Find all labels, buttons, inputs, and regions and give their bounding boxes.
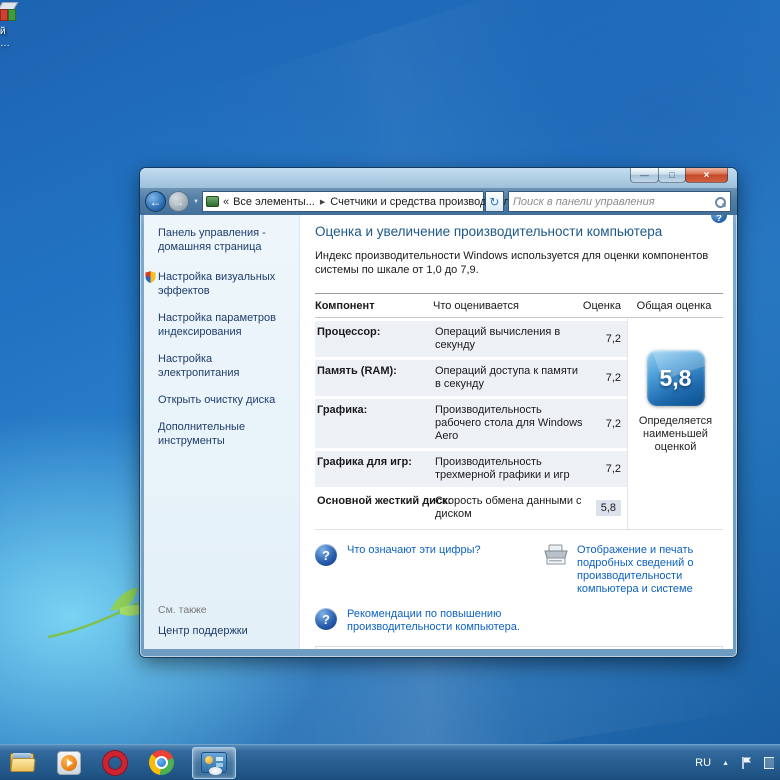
control-panel-icon — [205, 196, 219, 207]
sidebar-item-disk-cleanup[interactable]: Открыть очистку диска — [158, 393, 293, 407]
explorer-folder-icon — [10, 752, 36, 773]
navigation-bar: ← → ▼ « Все элементы... ▶ Счетчики и сре… — [140, 188, 737, 215]
maximize-button[interactable]: □ — [658, 168, 686, 183]
media-player-icon — [57, 750, 81, 775]
base-score-badge: 5,8 — [646, 350, 705, 406]
component-score: 7,2 — [605, 417, 621, 430]
sidebar-item-home[interactable]: Панель управления - домашняя страница — [158, 226, 293, 254]
component-name: Графика: — [317, 404, 368, 416]
base-score-value: 5,8 — [659, 364, 692, 391]
col-header-score: Оценка — [582, 300, 621, 312]
close-button[interactable]: × — [685, 168, 728, 183]
component-description: Скорость обмена данными с диском — [435, 495, 582, 520]
see-also-heading: См. также — [158, 604, 207, 616]
performance-table: Компонент Что оценивается Оценка Общая о… — [315, 293, 723, 530]
taskbar: RU ▲ — [0, 744, 780, 780]
desktop-icon-label: й … — [0, 26, 10, 49]
printer-icon — [544, 544, 568, 565]
page-title: Оценка и увеличение производительности к… — [315, 224, 663, 239]
question-mark-icon: ? — [315, 544, 337, 566]
minimize-button[interactable]: — — [630, 168, 659, 183]
link-label[interactable]: Рекомендации по повышению производительн… — [347, 608, 543, 634]
sidebar-item-label: Настройка электропитания — [158, 353, 240, 379]
component-description: Операций вычисления в секунду — [435, 326, 561, 351]
component-description: Производительность рабочего стола для Wi… — [435, 404, 583, 442]
question-mark-icon: ? — [315, 608, 337, 630]
refresh-button[interactable]: ↻ — [484, 191, 504, 212]
sidebar-item-indexing[interactable]: Настройка параметров индексирования — [158, 311, 293, 339]
base-score-panel: 5,8 Определяется наименьшей оценкой — [627, 318, 723, 529]
package-icon — [0, 2, 19, 22]
search-input[interactable] — [512, 195, 714, 208]
component-name: Основной жесткий диск: — [317, 495, 452, 507]
component-score: 7,2 — [605, 372, 621, 384]
component-name: Память (RAM): — [317, 365, 397, 377]
search-icon[interactable] — [714, 196, 726, 208]
online-info-box: Подробнее об оценках и программном обесп… — [315, 646, 723, 649]
intro-text: Индекс производительности Windows исполь… — [315, 250, 709, 276]
base-score-note: Определяется наименьшей оценкой — [638, 415, 713, 453]
opera-icon — [103, 750, 127, 775]
table-row: Графика: Производительность рабочего сто… — [315, 399, 627, 448]
table-row: Графика для игр: Производительность трех… — [315, 451, 627, 487]
component-name: Процессор: — [317, 326, 381, 338]
back-button[interactable]: ← — [145, 191, 166, 212]
taskbar-explorer-button[interactable] — [8, 749, 38, 777]
breadcrumb-separator-icon: ▶ — [319, 198, 326, 206]
col-header-what: Что оценивается — [433, 300, 520, 312]
link-performance-tips[interactable]: ? Рекомендации по повышению производител… — [315, 608, 543, 634]
component-name: Графика для игр: — [317, 456, 412, 468]
component-score: 7,2 — [605, 463, 621, 475]
forward-button[interactable]: → — [168, 191, 189, 212]
col-header-component: Компонент — [315, 300, 375, 312]
sidebar-item-advanced-tools[interactable]: Дополнительные инструменты — [158, 420, 293, 448]
component-score: 5,8 — [595, 500, 627, 516]
desktop-icon-partial[interactable]: й … — [0, 2, 40, 50]
col-header-base-score: Общая оценка — [636, 300, 712, 312]
breadcrumb-collapse[interactable]: « — [223, 196, 229, 208]
taskbar-media-player-button[interactable] — [54, 749, 84, 777]
titlebar[interactable]: — □ × — [140, 168, 737, 188]
main-pane: ? Оценка и увеличение производительности… — [300, 215, 733, 649]
taskbar-opera-button[interactable] — [100, 749, 130, 777]
component-score: 7,2 — [605, 333, 621, 345]
link-print-details[interactable]: Отображение и печать подробных сведений … — [543, 544, 725, 596]
sidebar-item-label: Дополнительные инструменты — [158, 421, 246, 447]
table-row: Память (RAM): Операций доступа к памяти … — [315, 360, 627, 396]
sidebar-item-power[interactable]: Настройка электропитания — [158, 352, 293, 380]
tray-partial-icon[interactable] — [764, 757, 774, 769]
search-box[interactable] — [507, 191, 731, 212]
performance-tools-icon — [201, 752, 227, 775]
show-hidden-icons-icon[interactable]: ▲ — [722, 760, 729, 767]
link-label[interactable]: Отображение и печать подробных сведений … — [577, 544, 725, 596]
component-description: Операций доступа к памяти в секунду — [435, 365, 578, 390]
sidebar: Панель управления - домашняя страница На… — [144, 215, 300, 649]
help-icon[interactable]: ? — [711, 215, 727, 223]
links-section: ? Что означают эти цифры? Отображение и … — [315, 544, 725, 634]
sidebar-item-action-center[interactable]: Центр поддержки — [158, 625, 293, 637]
table-header-row: Компонент Что оценивается Оценка Общая о… — [315, 293, 723, 318]
taskbar-chrome-button[interactable] — [146, 749, 176, 777]
sidebar-item-label: Настройка параметров индексирования — [158, 312, 276, 338]
chrome-icon — [148, 750, 174, 775]
control-panel-window: — □ × ← → ▼ « Все элементы... ▶ Счетчики… — [140, 168, 737, 657]
window-content: Панель управления - домашняя страница На… — [144, 215, 733, 649]
uac-shield-icon — [145, 271, 156, 283]
taskbar-active-performance-window-button[interactable] — [192, 746, 236, 779]
breadcrumb-root[interactable]: Все элементы... — [233, 196, 315, 208]
address-bar[interactable]: « Все элементы... ▶ Счетчики и средства … — [201, 191, 552, 212]
link-label[interactable]: Что означают эти цифры? — [347, 544, 481, 557]
system-tray: RU ▲ — [695, 745, 774, 780]
link-what-numbers[interactable]: ? Что означают эти цифры? — [315, 544, 543, 596]
sidebar-item-label: Открыть очистку диска — [158, 394, 276, 406]
language-indicator[interactable]: RU — [695, 757, 711, 769]
sidebar-item-label: Настройка визуальных эффектов — [158, 271, 276, 297]
sidebar-item-visual-effects[interactable]: Настройка визуальных эффектов — [145, 270, 293, 298]
recent-pages-dropdown-icon[interactable]: ▼ — [193, 199, 199, 205]
component-description: Производительность трехмерной графики и … — [435, 456, 570, 481]
action-center-flag-icon[interactable] — [740, 756, 753, 770]
table-row: Процессор: Операций вычисления в секунду… — [315, 321, 627, 357]
table-row: Основной жесткий диск: Скорость обмена д… — [315, 490, 627, 526]
desktop: й … — □ × ← → ▼ « Все элементы... ▶ Счет… — [0, 0, 780, 780]
